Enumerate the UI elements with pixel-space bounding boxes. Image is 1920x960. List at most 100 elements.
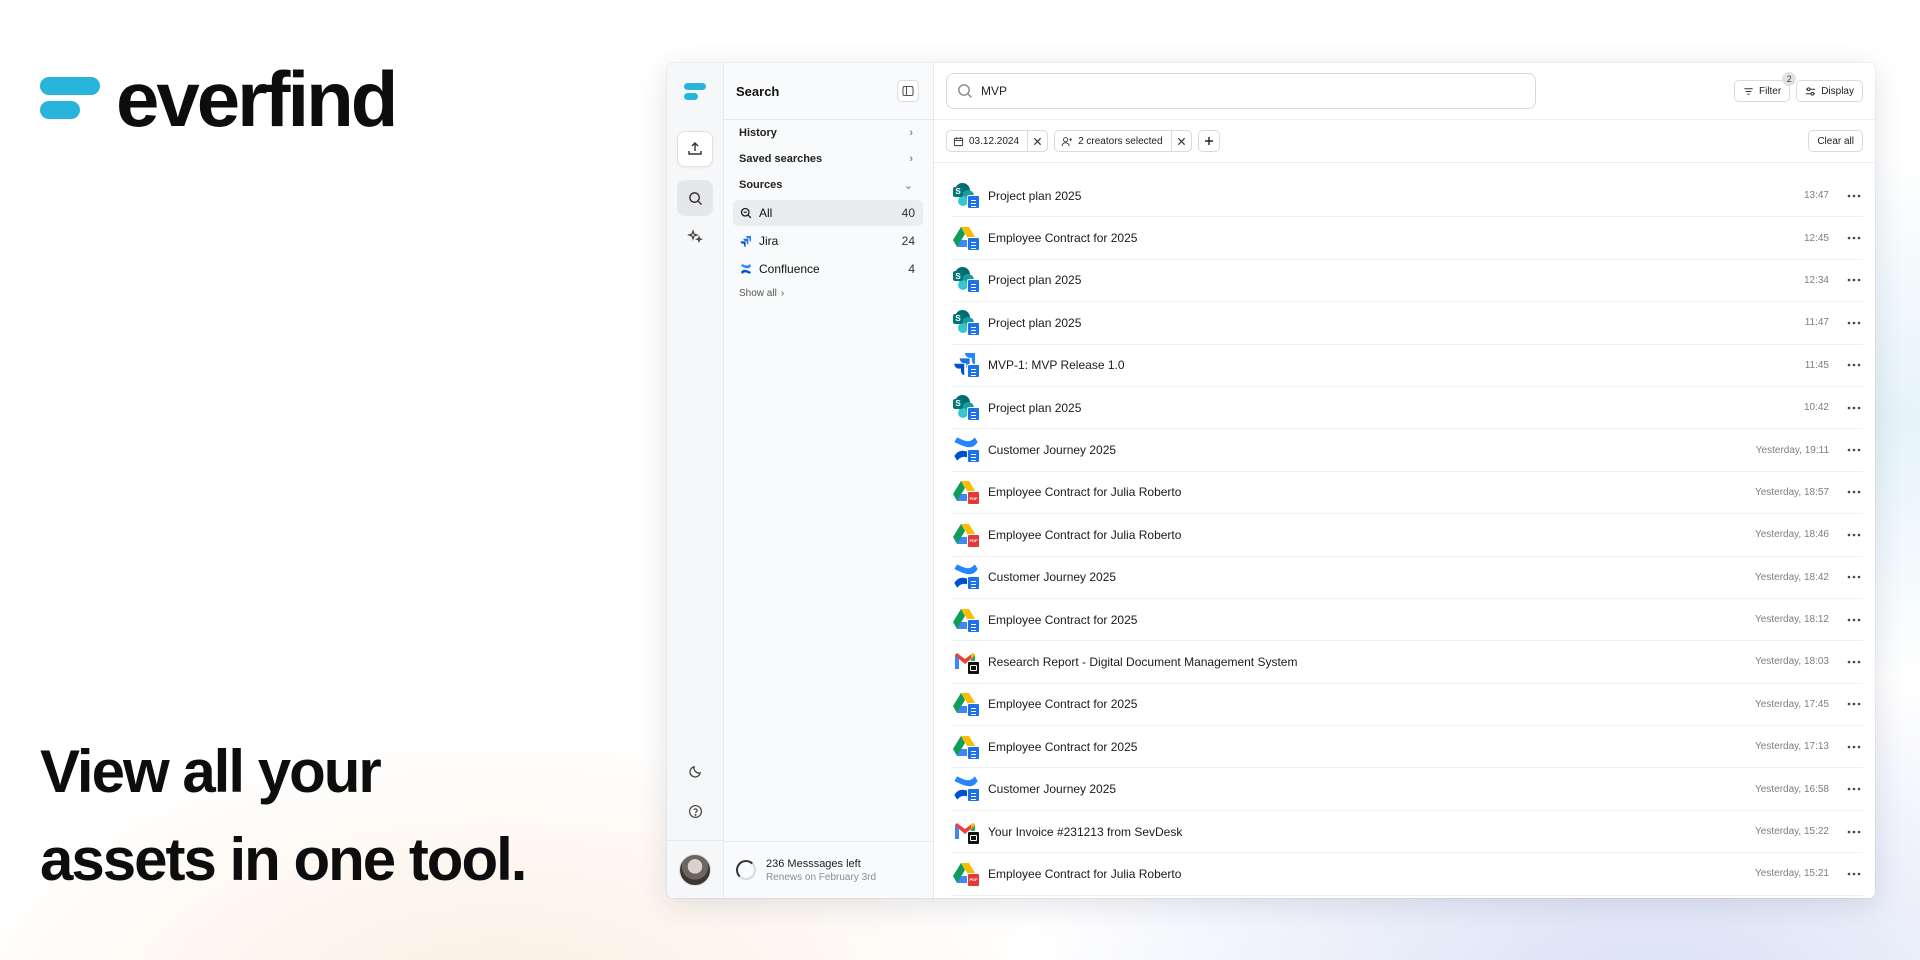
more-options-button[interactable] (1845, 702, 1863, 706)
more-horizontal-icon (1847, 872, 1861, 876)
result-row[interactable]: Employee Contract for 2025 Yesterday, 17:… (952, 726, 1863, 769)
dark-mode-button[interactable] (677, 753, 713, 789)
result-row[interactable]: S Project plan 2025 10:42 (952, 387, 1863, 430)
result-row[interactable]: Employee Contract for 2025 Yesterday, 17:… (952, 684, 1863, 727)
source-item-all[interactable]: All 40 (733, 200, 923, 226)
result-row[interactable]: MVP-1: MVP Release 1.0 11:45 (952, 345, 1863, 387)
result-title[interactable]: Customer Journey 2025 (988, 570, 1755, 584)
more-options-button[interactable] (1845, 194, 1863, 198)
date-filter-chip[interactable]: 03.12.2024 (946, 130, 1049, 152)
chevron-right-icon: › (780, 288, 785, 299)
moon-icon (688, 765, 701, 778)
result-title[interactable]: Project plan 2025 (988, 316, 1805, 330)
user-avatar[interactable] (679, 854, 711, 886)
result-title[interactable]: Employee Contract for Julia Roberto (988, 485, 1755, 499)
sidebar-item-sources[interactable]: Sources ⌄ (724, 172, 933, 198)
result-title[interactable]: Employee Contract for 2025 (988, 697, 1755, 711)
creators-filter-chip[interactable]: 2 creators selected (1054, 130, 1192, 152)
more-options-button[interactable] (1845, 575, 1863, 579)
date-filter-label: 03.12.2024 (969, 135, 1020, 147)
more-options-button[interactable] (1845, 236, 1863, 240)
headline-line-2: assets in one tool. (40, 826, 527, 893)
sidebar-item-history[interactable]: History › (724, 120, 933, 146)
gmail-icon (952, 817, 982, 847)
show-all-sources-link[interactable]: Show all › (724, 284, 933, 299)
remove-date-filter-button[interactable] (1027, 131, 1047, 151)
remove-creators-filter-button[interactable] (1170, 131, 1191, 151)
result-title[interactable]: Employee Contract for 2025 (988, 231, 1804, 245)
result-row[interactable]: Customer Journey 2025 Yesterday, 19:11 (952, 429, 1863, 472)
sidebar-item-saved-searches[interactable]: Saved searches › (724, 146, 933, 172)
source-item-confluence[interactable]: Confluence 4 (733, 256, 923, 282)
source-count: 24 (901, 234, 915, 248)
more-horizontal-icon (1847, 194, 1861, 197)
result-title[interactable]: Research Report - Digital Document Manag… (988, 655, 1755, 669)
sidebar-toggle-button[interactable] (897, 80, 919, 102)
result-title[interactable]: Project plan 2025 (988, 401, 1804, 415)
result-row[interactable]: PDF Employee Contract for Julia Roberto Ye… (952, 472, 1863, 515)
results-list: S Project plan 2025 13:47 Employee Contract… (934, 163, 1875, 896)
result-row[interactable]: S Project plan 2025 12:34 (952, 260, 1863, 303)
renewal-date: Renews on February 3rd (766, 871, 877, 883)
result-title[interactable]: Employee Contract for 2025 (988, 740, 1755, 754)
result-title[interactable]: Customer Journey 2025 (988, 782, 1755, 796)
result-row[interactable]: Employee Contract for 2025 12:45 (952, 217, 1863, 260)
search-nav-button[interactable] (677, 180, 713, 216)
result-title[interactable]: Employee Contract for Julia Roberto (988, 867, 1755, 881)
result-title[interactable]: Your Invoice #231213 from SevDesk (988, 825, 1755, 839)
more-horizontal-icon (1847, 279, 1861, 282)
more-options-button[interactable] (1845, 830, 1863, 834)
result-row[interactable]: Employee Contract for 2025 Yesterday, 18:… (952, 599, 1863, 642)
result-time: 11:47 (1804, 317, 1829, 329)
result-row[interactable]: PDF Employee Contract for Julia Roberto Ye… (952, 514, 1863, 557)
upload-button[interactable] (677, 131, 713, 167)
result-title[interactable]: Employee Contract for 2025 (988, 613, 1755, 627)
display-settings-icon (1806, 86, 1816, 96)
result-row[interactable]: S Project plan 2025 11:47 (952, 302, 1863, 345)
more-horizontal-icon (1847, 321, 1861, 325)
everfind-logo-icon (40, 77, 100, 121)
result-row[interactable]: Customer Journey 2025 Yesterday, 18:42 (952, 557, 1863, 599)
result-row[interactable]: Your Invoice #231213 from SevDesk Yesterd… (952, 811, 1863, 854)
creators-filter-label: 2 creators selected (1078, 135, 1163, 147)
source-count: 40 (901, 206, 915, 220)
more-options-button[interactable] (1845, 745, 1863, 749)
more-options-button[interactable] (1845, 278, 1863, 282)
more-options-button[interactable] (1845, 618, 1863, 622)
result-row[interactable]: Customer Journey 2025 Yesterday, 16:58 (952, 768, 1863, 811)
more-options-button[interactable] (1845, 872, 1863, 876)
app-logo-icon[interactable] (684, 83, 708, 101)
result-row[interactable]: S Project plan 2025 13:47 (952, 175, 1863, 218)
more-horizontal-icon (1847, 660, 1861, 664)
add-filter-button[interactable] (1197, 130, 1220, 152)
filter-button[interactable]: Filter 2 (1733, 72, 1797, 102)
more-horizontal-icon (1847, 787, 1861, 791)
more-options-button[interactable] (1845, 321, 1863, 325)
sharepoint-icon: S (952, 308, 982, 338)
more-options-button[interactable] (1845, 787, 1863, 791)
sidebar-item-label: Saved searches (739, 153, 823, 165)
result-title[interactable]: Project plan 2025 (988, 273, 1804, 287)
display-button[interactable]: Display (1796, 80, 1863, 102)
source-item-jira[interactable]: Jira 24 (733, 228, 923, 254)
result-row[interactable]: Research Report - Digital Document Manag… (952, 641, 1863, 684)
more-options-button[interactable] (1845, 363, 1863, 367)
search-box[interactable] (946, 73, 1536, 109)
result-row[interactable]: PDF Employee Contract for Julia Roberto Ye… (952, 853, 1863, 896)
more-options-button[interactable] (1845, 448, 1863, 452)
more-options-button[interactable] (1845, 660, 1863, 664)
result-title[interactable]: Project plan 2025 (988, 189, 1804, 203)
help-button[interactable] (677, 793, 713, 829)
result-time: Yesterday, 18:57 (1755, 486, 1829, 498)
clear-all-button[interactable]: Clear all (1808, 130, 1863, 152)
result-title[interactable]: MVP-1: MVP Release 1.0 (988, 358, 1805, 372)
result-title[interactable]: Customer Journey 2025 (988, 443, 1756, 457)
ai-assistant-button[interactable] (677, 219, 713, 255)
more-horizontal-icon (1847, 491, 1861, 494)
more-options-button[interactable] (1845, 533, 1863, 537)
active-filters-bar: 03.12.2024 2 creators selected Clear all (934, 120, 1875, 163)
result-title[interactable]: Employee Contract for Julia Roberto (988, 528, 1755, 542)
more-options-button[interactable] (1845, 490, 1863, 494)
search-input[interactable] (981, 84, 1525, 98)
more-options-button[interactable] (1845, 406, 1863, 410)
